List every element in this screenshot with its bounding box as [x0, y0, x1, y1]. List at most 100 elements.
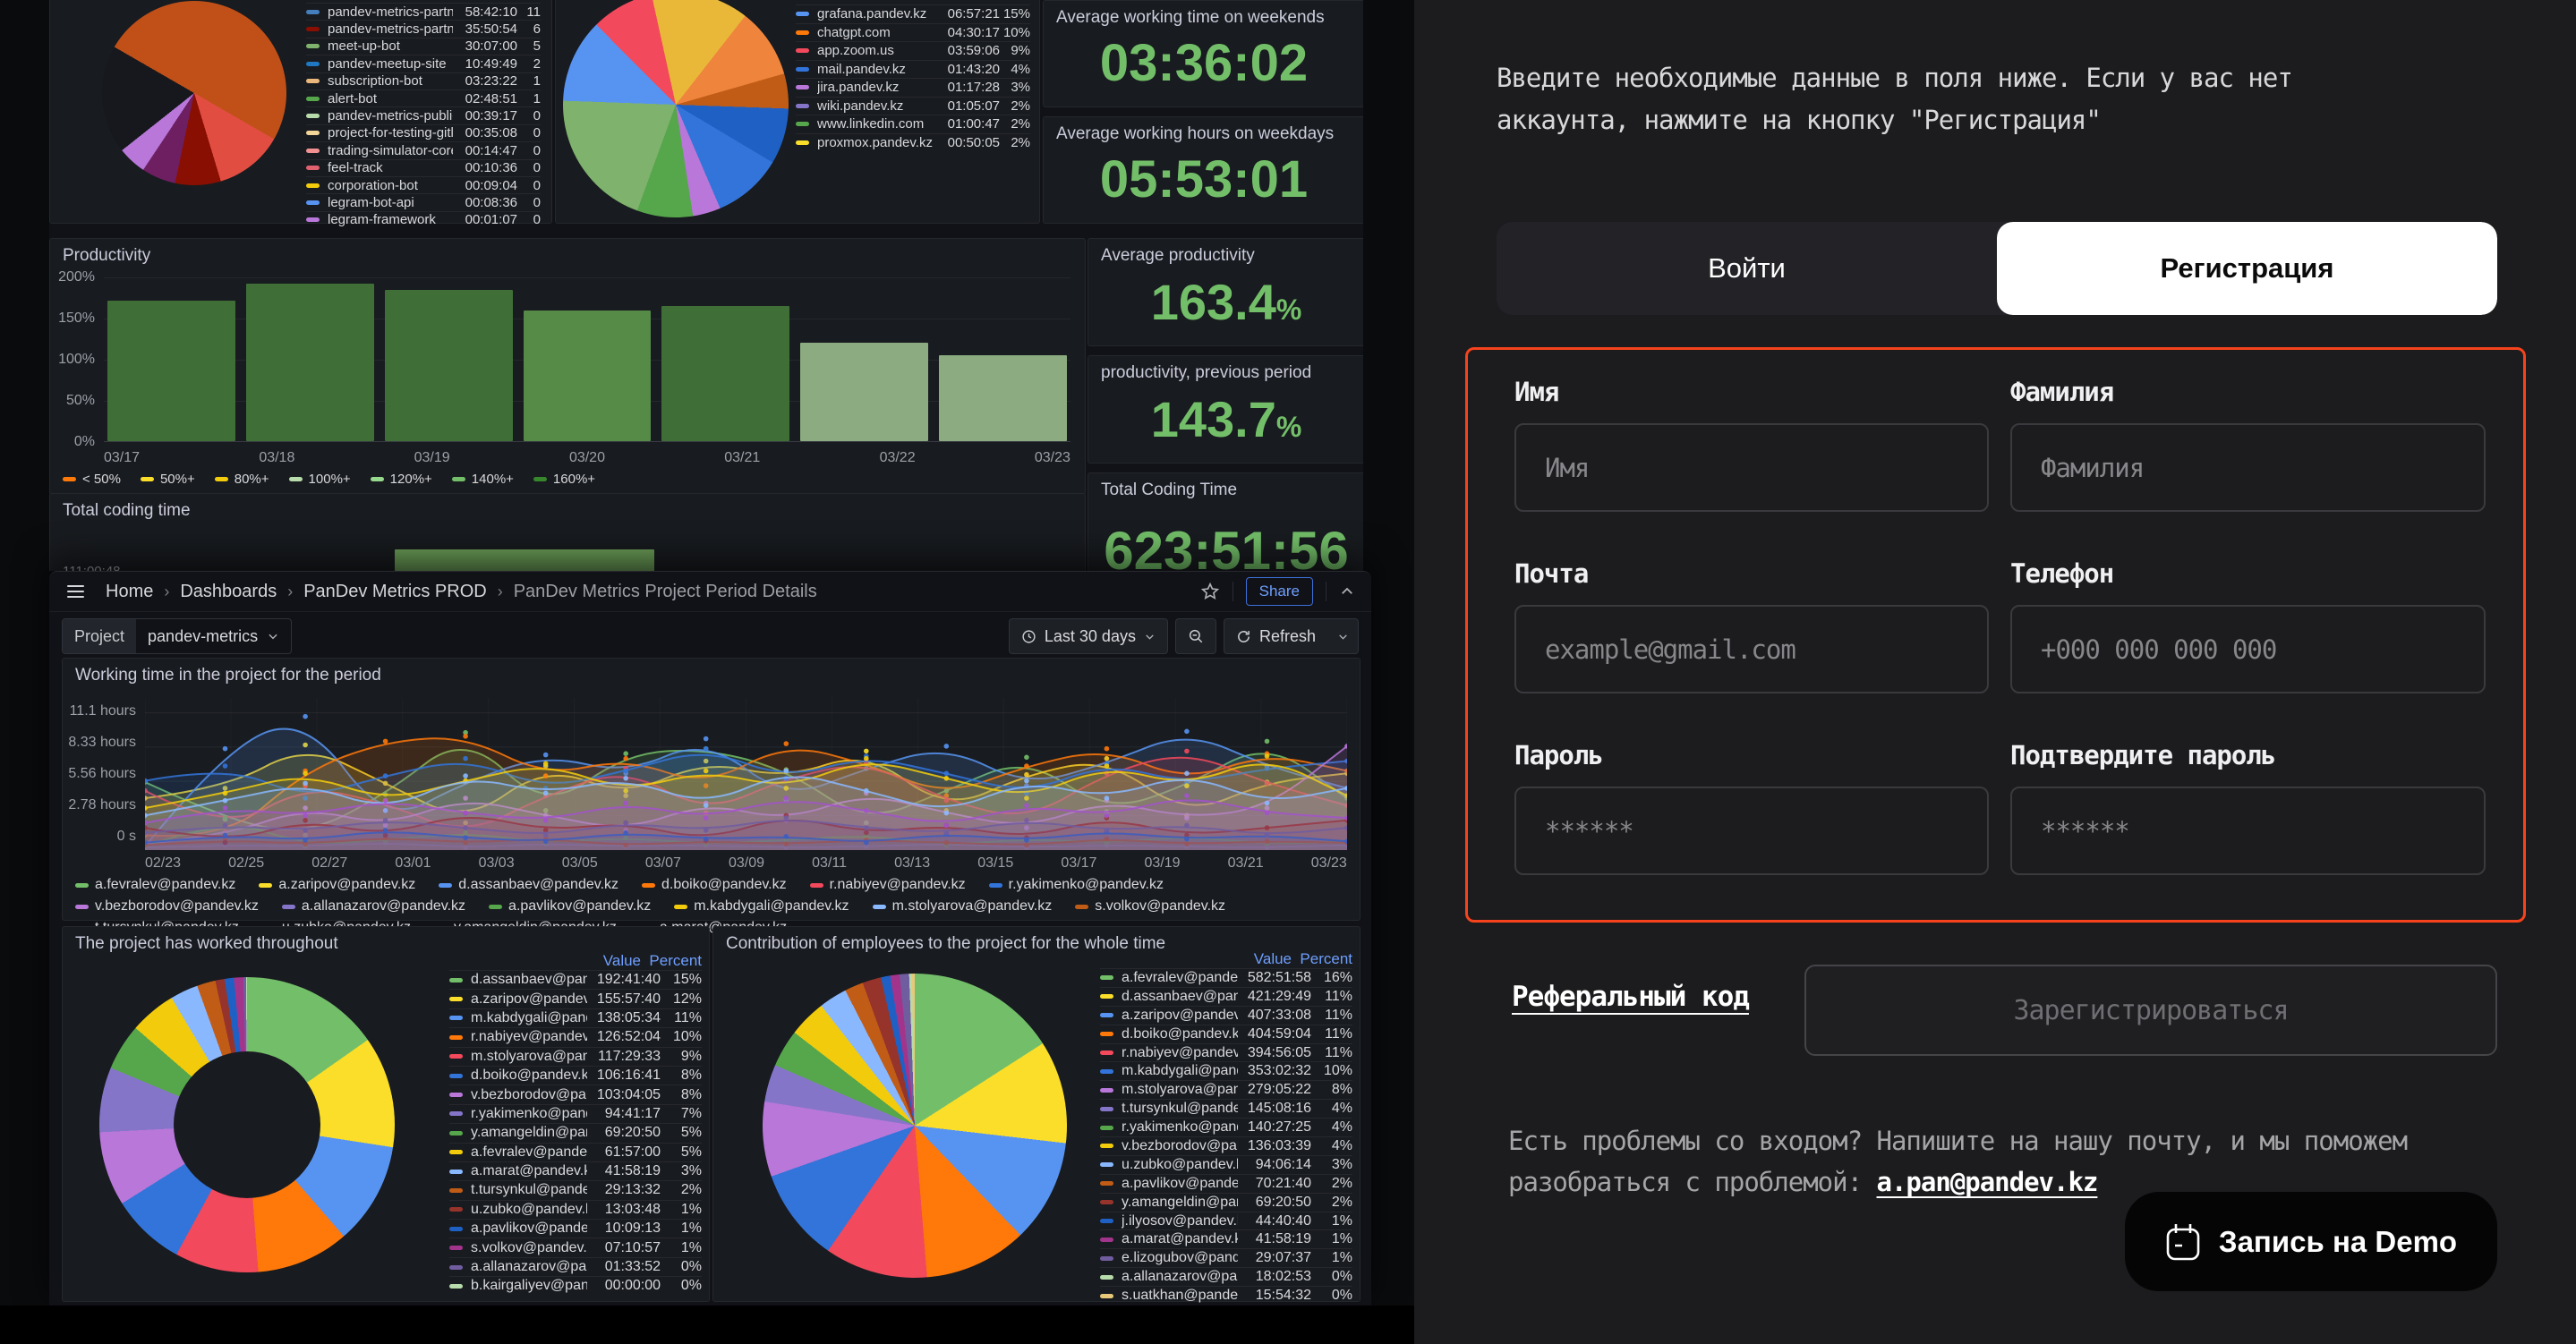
legend-item[interactable]: v.bezborodov@pandev.kz: [75, 898, 259, 914]
chevron-up-icon[interactable]: [1339, 583, 1355, 600]
table-row[interactable]: a.allanazarov@pandev.kz 01:33:52 0%: [449, 1257, 702, 1276]
legend-row[interactable]: pandev-metrics-partners-site 58:42:10 11: [306, 3, 541, 20]
table-row[interactable]: r.yakimenko@pandev.kz 140:27:25 4%: [1100, 1118, 1352, 1136]
tab-register[interactable]: Регистрация: [1997, 222, 2497, 315]
legend-row[interactable]: pandev-meetup-site 10:49:49 2: [306, 55, 541, 72]
field-input[interactable]: [1514, 787, 1989, 875]
legend-item[interactable]: a.allanazarov@pandev.kz: [282, 898, 465, 914]
breadcrumb-item[interactable]: PanDev Metrics PROD: [303, 582, 487, 602]
table-row[interactable]: a.marat@pandev.kz 41:58:19 3%: [449, 1161, 702, 1180]
legend-row[interactable]: jira.pandev.kz 01:17:28 3%: [796, 78, 1030, 97]
demo-booking-button[interactable]: Запись на Demo: [2125, 1192, 2497, 1291]
legend-row[interactable]: project-for-testing-gitlab-webhooks 00:3…: [306, 124, 541, 141]
legend-item[interactable]: m.stolyarova@pandev.kz: [873, 898, 1053, 914]
table-row[interactable]: v.bezborodov@pandev.kz 103:04:05 8%: [449, 1085, 702, 1103]
legend-item[interactable]: m.kabdygali@pandev.kz: [674, 898, 849, 914]
sites-pie-chart[interactable]: [563, 0, 789, 217]
tab-login[interactable]: Войти: [1497, 222, 1997, 315]
share-button[interactable]: Share: [1246, 577, 1313, 606]
table-row[interactable]: s.uatkhan@pandev.kz 15:54:32 0%: [1100, 1286, 1352, 1305]
legend-row[interactable]: legram-framework 00:01:07 0: [306, 211, 541, 228]
legend-row[interactable]: subscription-bot 03:23:22 1: [306, 72, 541, 89]
legend-row[interactable]: mail.pandev.kz 01:43:20 4%: [796, 60, 1030, 79]
column-header-value[interactable]: Value: [1216, 950, 1292, 968]
legend-row[interactable]: www.linkedin.com 01:00:47 2%: [796, 115, 1030, 133]
productivity-bar[interactable]: [939, 355, 1067, 441]
legend-row[interactable]: meet-up-bot 30:07:00 5: [306, 38, 541, 55]
legend-row[interactable]: feel-track 00:10:36 0: [306, 159, 541, 176]
breadcrumb-item[interactable]: Dashboards: [180, 582, 277, 602]
legend-row[interactable]: app.zoom.us 03:59:06 9%: [796, 41, 1030, 60]
productivity-bar[interactable]: [661, 306, 789, 441]
table-row[interactable]: a.allanazarov@pandev.kz 18:02:53 0%: [1100, 1267, 1352, 1286]
table-row[interactable]: a.fevralev@pandev.kz 582:51:58 16%: [1100, 968, 1352, 987]
column-header-percent[interactable]: Percent: [1292, 950, 1352, 968]
table-row[interactable]: v.bezborodov@pandev.kz 136:03:39 4%: [1100, 1136, 1352, 1155]
table-row[interactable]: r.nabiyev@pandev.kz 394:56:05 11%: [1100, 1043, 1352, 1062]
legend-item[interactable]: < 50%: [63, 472, 121, 487]
support-email-link[interactable]: a.pan@pandev.kz: [1877, 1167, 2098, 1197]
table-row[interactable]: a.fevralev@pandev.kz 61:57:00 5%: [449, 1143, 702, 1161]
productivity-bar[interactable]: [385, 290, 513, 441]
table-row[interactable]: u.zubko@pandev.kz 13:03:48 1%: [449, 1200, 702, 1219]
legend-item[interactable]: a.fevralev@pandev.kz: [75, 877, 235, 893]
legend-item[interactable]: 160%+: [533, 472, 595, 487]
table-row[interactable]: b.kairgaliyev@pandev.kz 00:00:00 0%: [449, 1276, 702, 1295]
field-input[interactable]: [2010, 787, 2486, 875]
productivity-bar[interactable]: [800, 343, 928, 441]
legend-item[interactable]: r.yakimenko@pandev.kz: [989, 877, 1164, 893]
legend-item[interactable]: 120%+: [371, 472, 432, 487]
table-row[interactable]: d.boiko@pandev.kz 106:16:41 8%: [449, 1066, 702, 1085]
referral-code-link[interactable]: Реферальный код: [1512, 981, 1749, 1013]
field-input[interactable]: [1514, 605, 1989, 693]
column-header-value[interactable]: Value: [566, 952, 641, 970]
projects-pie-chart[interactable]: [102, 1, 286, 185]
legend-item[interactable]: a.pavlikov@pandev.kz: [489, 898, 651, 914]
legend-item[interactable]: s.volkov@pandev.kz: [1075, 898, 1225, 914]
working-time-area-chart[interactable]: [145, 698, 1347, 850]
legend-row[interactable]: wiki.pandev.kz 01:05:07 2%: [796, 97, 1030, 115]
refresh-button-group[interactable]: Refresh: [1224, 618, 1359, 654]
productivity-bar[interactable]: [524, 310, 652, 441]
table-row[interactable]: m.stolyarova@pandev.kz 279:05:22 8%: [1100, 1080, 1352, 1099]
legend-item[interactable]: r.nabiyev@pandev.kz: [810, 877, 966, 893]
table-row[interactable]: r.yakimenko@pandev.kz 94:41:17 7%: [449, 1104, 702, 1123]
table-row[interactable]: s.volkov@pandev.kz 07:10:57 1%: [449, 1238, 702, 1256]
legend-row[interactable]: corporation-bot 00:09:04 0: [306, 176, 541, 193]
contribution-pie-chart[interactable]: [763, 974, 1067, 1278]
zoom-out-button[interactable]: [1175, 618, 1216, 654]
legend-item[interactable]: 80%+: [215, 472, 269, 487]
legend-row[interactable]: pandev-metrics-public-bot 00:39:17 0: [306, 106, 541, 123]
table-row[interactable]: d.assanbaev@pandev.kz 192:41:40 15%: [449, 970, 702, 989]
table-row[interactable]: a.marat@pandev.kz 41:58:19 1%: [1100, 1229, 1352, 1248]
field-input[interactable]: [1514, 423, 1989, 512]
productivity-bar[interactable]: [246, 284, 374, 441]
table-row[interactable]: d.boiko@pandev.kz 404:59:04 11%: [1100, 1025, 1352, 1043]
table-row[interactable]: r.nabiyev@pandev.kz 126:52:04 10%: [449, 1027, 702, 1046]
table-row[interactable]: j.ilyosov@pandev.kz 44:40:40 1%: [1100, 1212, 1352, 1230]
table-row[interactable]: a.pavlikov@pandev.kz 10:09:13 1%: [449, 1219, 702, 1238]
table-row[interactable]: a.zaripov@pandev.kz 155:57:40 12%: [449, 989, 702, 1008]
time-range-picker[interactable]: Last 30 days: [1009, 618, 1168, 654]
legend-row[interactable]: pandev-metrics-partners-service 35:50:54…: [306, 20, 541, 37]
legend-row[interactable]: grafana.pandev.kz 06:57:21 15%: [796, 4, 1030, 23]
legend-item[interactable]: 50%+: [141, 472, 195, 487]
table-row[interactable]: y.amangeldin@pandev.kz 69:20:50 5%: [449, 1123, 702, 1142]
legend-row[interactable]: proxmox.pandev.kz 00:50:05 2%: [796, 133, 1030, 152]
field-input[interactable]: [2010, 605, 2486, 693]
refresh-button[interactable]: Refresh: [1224, 627, 1327, 646]
table-row[interactable]: u.zubko@pandev.kz 94:06:14 3%: [1100, 1155, 1352, 1174]
star-icon[interactable]: [1200, 582, 1220, 601]
table-row[interactable]: a.pavlikov@pandev.kz 70:21:40 2%: [1100, 1174, 1352, 1193]
breadcrumb-item[interactable]: Home: [106, 582, 153, 602]
productivity-bar[interactable]: [107, 301, 235, 441]
table-row[interactable]: a.zaripov@pandev.kz 407:33:08 11%: [1100, 1006, 1352, 1025]
table-row[interactable]: e.lizogubov@pandev.kz 29:07:37 1%: [1100, 1248, 1352, 1267]
legend-row[interactable]: alert-bot 02:48:51 1: [306, 89, 541, 106]
breadcrumb-item[interactable]: PanDev Metrics Project Period Details: [514, 582, 817, 602]
total-coding-bar[interactable]: [395, 549, 654, 571]
table-row[interactable]: d.assanbaev@pandev.kz 421:29:49 11%: [1100, 987, 1352, 1006]
column-header-percent[interactable]: Percent: [641, 952, 702, 970]
legend-item[interactable]: a.zaripov@pandev.kz: [259, 877, 415, 893]
project-variable-select[interactable]: Project pandev-metrics: [62, 618, 292, 654]
